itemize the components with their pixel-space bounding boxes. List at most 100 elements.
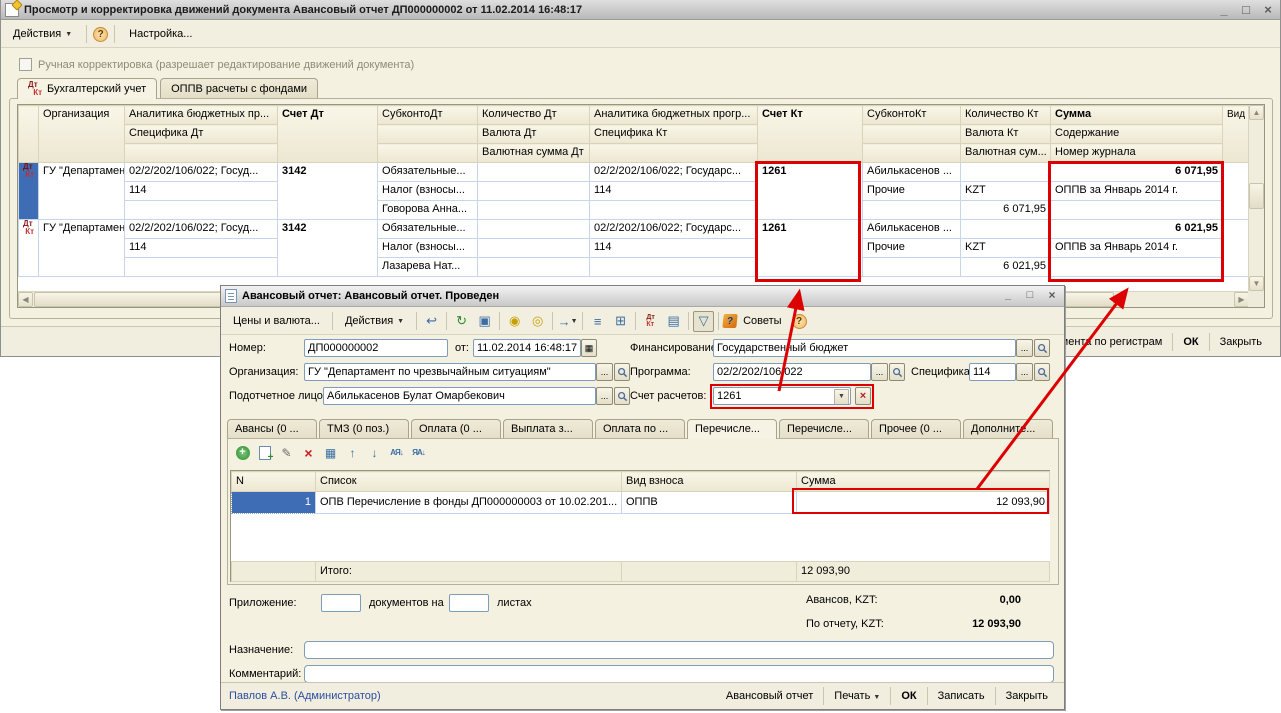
attachment-sheets-field[interactable] <box>449 594 489 612</box>
report-icon[interactable]: ▤ <box>663 311 684 332</box>
settings-list-icon[interactable]: ⊞ <box>610 311 631 332</box>
tab-other[interactable]: Прочее (0 ... <box>871 419 961 439</box>
edit-row-icon[interactable]: ✎ <box>278 444 295 461</box>
user-link[interactable]: Павлов А.В. (Администратор) <box>229 690 381 702</box>
vertical-scrollbar[interactable]: ▲ ▼ <box>1248 105 1264 291</box>
tab-additional[interactable]: Дополните... <box>963 419 1053 439</box>
ellipsis-button[interactable]: ... <box>596 387 613 405</box>
vscroll-thumb[interactable] <box>1249 183 1264 209</box>
transfer-table[interactable]: N Список Вид взноса Сумма 1 ОПВ Перечисл… <box>231 471 1050 582</box>
manual-correction-checkbox[interactable] <box>19 58 32 71</box>
ok-button[interactable]: ОК <box>893 688 924 704</box>
prices-currency-button[interactable]: Цены и валюта... <box>225 312 328 330</box>
ellipsis-button[interactable]: ... <box>871 363 888 381</box>
tab-oppv-funds[interactable]: ОППВ расчеты с фондами <box>160 78 318 98</box>
ellipsis-button[interactable]: ... <box>1016 339 1033 357</box>
print-button[interactable]: Печать ▼ <box>826 688 888 704</box>
help-icon[interactable]: ? <box>93 27 108 42</box>
dialog-titlebar: Авансовый отчет: Авансовый отчет. Провед… <box>221 286 1064 307</box>
table-row[interactable]: 114 Налог (взносы... 114 Прочие KZT ОППВ… <box>19 239 1249 258</box>
reread-icon[interactable]: ↩ <box>421 311 442 332</box>
add-copy-icon[interactable]: + <box>256 444 273 461</box>
unpost-document-icon[interactable]: ◎ <box>527 311 548 332</box>
table-row[interactable]: Лазарева Нат... 6 021,95 <box>19 258 1249 277</box>
dtkt-postings-icon[interactable]: ДтКт <box>640 311 661 332</box>
grid-settings-icon[interactable]: ▦ <box>322 444 339 461</box>
add-row-icon[interactable]: + <box>234 444 251 461</box>
save-button[interactable]: Записать <box>930 688 993 704</box>
program-field[interactable]: 02/2/202/106/022 <box>713 363 871 381</box>
purpose-field[interactable] <box>304 641 1054 659</box>
ok-button[interactable]: ОК <box>1175 334 1206 350</box>
magnifier-icon[interactable] <box>614 387 630 405</box>
tab-transfer-funds[interactable]: Перечисле... <box>687 419 777 439</box>
date-field[interactable]: 11.02.2014 16:48:17 <box>473 339 581 357</box>
doc-type-button[interactable]: Авансовый отчет <box>718 688 821 704</box>
by-report-kzt-value: 12 093,90 <box>921 618 1021 630</box>
copy-document-icon[interactable]: ▣ <box>474 311 495 332</box>
actions-button[interactable]: Действия ▼ <box>5 25 80 43</box>
magnifier-icon[interactable] <box>1034 363 1050 381</box>
specifics-field[interactable]: 114 <box>969 363 1016 381</box>
attachment-docs-field[interactable] <box>321 594 361 612</box>
refresh-icon[interactable]: ↻ <box>451 311 472 332</box>
calendar-icon[interactable]: ▦ <box>581 339 597 357</box>
goto-icon[interactable]: →▼ <box>557 311 578 332</box>
close-icon[interactable]: × <box>1260 1 1276 17</box>
accountable-person-field[interactable]: Абилькасенов Булат Омарбекович <box>323 387 596 405</box>
table-row[interactable]: ДтКт ГУ "Департамент по ... 02/2/202/106… <box>19 220 1249 239</box>
ellipsis-button[interactable]: ... <box>596 363 613 381</box>
maximize-icon[interactable]: □ <box>1238 1 1254 17</box>
post-document-icon[interactable]: ◉ <box>504 311 525 332</box>
tab-payment-by[interactable]: Оплата по ... <box>595 419 685 439</box>
table-row[interactable]: ДтКт ГУ "Департамент по ... 02/2/202/106… <box>19 163 1249 182</box>
financing-field[interactable]: Государственный бюджет <box>713 339 1016 357</box>
cell-account-kt: 1261 <box>758 163 863 220</box>
scroll-down-icon[interactable]: ▼ <box>1249 276 1264 291</box>
settlement-account-combo[interactable]: 1261 ▼ <box>713 387 851 405</box>
tab-transfer-2[interactable]: Перечисле... <box>779 419 869 439</box>
scroll-left-icon[interactable]: ◀ <box>18 292 33 307</box>
table-row[interactable]: 114 Налог (взносы... 114 Прочие KZT ОППВ… <box>19 182 1249 201</box>
close-button[interactable]: Закрыть <box>998 688 1056 704</box>
help-icon[interactable]: ? <box>792 314 807 329</box>
table-row[interactable]: Говорова Анна... 6 071,95 <box>19 201 1249 220</box>
clear-icon[interactable]: × <box>855 387 871 405</box>
tab-accounting[interactable]: ДтКт Бухгалтерский учет <box>17 78 157 99</box>
tab-payment[interactable]: Оплата (0 ... <box>411 419 501 439</box>
sort-descending-icon[interactable]: ЯА↓ <box>410 444 427 461</box>
close-button[interactable]: Закрыть <box>1212 334 1270 350</box>
scroll-up-icon[interactable]: ▲ <box>1249 105 1264 120</box>
tips-button[interactable]: Советы <box>739 312 789 330</box>
actions-button[interactable]: Действия ▼ <box>337 312 412 330</box>
move-down-icon[interactable]: ↓ <box>366 444 383 461</box>
cell-analytics-kt: 02/2/202/106/022; Государс... <box>590 163 758 182</box>
organization-field[interactable]: ГУ "Департамент по чрезвычайным ситуация… <box>304 363 596 381</box>
delete-row-icon[interactable]: × <box>300 444 317 461</box>
comment-field[interactable] <box>304 665 1054 683</box>
table-row[interactable]: 1 ОПВ Перечисление в фонды ДП000000003 о… <box>232 492 1050 514</box>
minimize-icon[interactable]: _ <box>1216 1 1232 17</box>
move-up-icon[interactable]: ↑ <box>344 444 361 461</box>
tab-tmz[interactable]: ТМЗ (0 поз.) <box>319 419 409 439</box>
movements-grid[interactable]: Организация Аналитика бюджетных пр... Сч… <box>18 105 1249 277</box>
magnifier-icon[interactable] <box>614 363 630 381</box>
magnifier-icon[interactable] <box>889 363 905 381</box>
magnifier-icon[interactable] <box>1034 339 1050 357</box>
sort-ascending-icon[interactable]: АЯ↓ <box>388 444 405 461</box>
ellipsis-button[interactable]: ... <box>1016 363 1033 381</box>
filter-icon[interactable]: ▽ <box>693 311 714 332</box>
chevron-down-icon[interactable]: ▼ <box>834 389 849 405</box>
settings-button[interactable]: Настройка... <box>121 25 200 43</box>
maximize-icon[interactable]: □ <box>1022 287 1038 303</box>
advances-kzt-value: 0,00 <box>921 594 1021 606</box>
scroll-right-icon[interactable]: ▶ <box>1234 292 1249 307</box>
tab-payout[interactable]: Выплата з... <box>503 419 593 439</box>
tips-icon[interactable]: ? <box>722 314 737 328</box>
tab-advances[interactable]: Авансы (0 ... <box>227 419 317 439</box>
close-icon[interactable]: × <box>1044 287 1060 303</box>
dialog-tabs: Авансы (0 ... ТМЗ (0 поз.) Оплата (0 ...… <box>227 419 1053 439</box>
minimize-icon[interactable]: _ <box>1000 287 1016 303</box>
number-field[interactable]: ДП000000002 <box>304 339 448 357</box>
structure-icon[interactable]: ≡ <box>587 311 608 332</box>
